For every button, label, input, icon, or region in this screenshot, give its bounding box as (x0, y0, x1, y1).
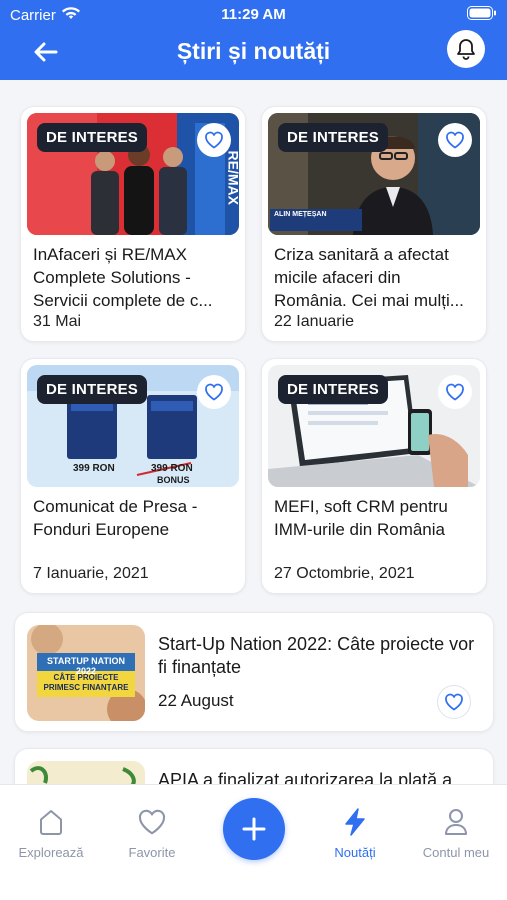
article-date: 27 Octombrie, 2021 (274, 565, 415, 582)
tab-label: Explorează (18, 845, 84, 860)
status-bar: Carrier 11:29 AM (0, 0, 507, 28)
speaker-name-tag: ALIN MEȚEȘAN (274, 211, 327, 218)
old-price-label: 399 RON (151, 463, 193, 474)
app-header: Carrier 11:29 AM Știri și noutăți (0, 0, 507, 80)
favorite-button[interactable] (438, 375, 472, 409)
battery-icon (467, 6, 497, 20)
category-badge: DE INTERES (37, 375, 148, 404)
article-title: Start-Up Nation 2022: Câte proiecte vor … (158, 634, 475, 677)
article-list-item[interactable]: STARTUP NATION 2022 CÂTE PROIECTE PRIMES… (14, 612, 494, 732)
bonus-label: BONUS (157, 475, 190, 485)
article-image: RE/MAX DE INTERES (27, 113, 239, 235)
article-image: ALIN MEȚEȘAN DE INTERES (268, 113, 480, 235)
bottom-tab-bar: Explorează Favorite Noutăți Contul meu (0, 784, 507, 900)
tab-account[interactable]: Contul meu (411, 805, 501, 860)
tab-label: Noutăți (334, 845, 376, 860)
price-label: 399 RON (73, 463, 115, 474)
tab-favorites[interactable]: Favorite (107, 805, 197, 860)
heart-icon (205, 383, 223, 401)
article-card[interactable]: RE/MAX DE INTERES InAfaceri și RE/MAX Co… (20, 106, 246, 342)
article-title: MEFI, soft CRM pentru IMM-urile din Româ… (274, 497, 448, 539)
tab-label: Contul meu (422, 845, 490, 860)
article-image: STARTUP NATION 2022 CÂTE PROIECTE PRIMES… (27, 625, 145, 721)
heart-icon (446, 383, 464, 401)
article-date: 7 Ianuarie, 2021 (33, 565, 149, 582)
category-badge: DE INTERES (278, 123, 389, 152)
favorite-button[interactable] (438, 123, 472, 157)
tab-news[interactable]: Noutăți (310, 805, 400, 860)
heart-icon (138, 809, 166, 835)
category-badge: DE INTERES (278, 375, 389, 404)
notifications-button[interactable] (447, 30, 485, 68)
tab-explore[interactable]: Explorează (6, 805, 96, 860)
add-button[interactable] (223, 798, 285, 860)
clock: 11:29 AM (221, 6, 286, 23)
heart-icon (445, 693, 463, 711)
article-image: 399 RON 399 RON BONUS DE INTERES (27, 365, 239, 487)
article-title: Criza sanitară a afectat micile afaceri … (274, 245, 464, 310)
heart-icon (205, 131, 223, 149)
article-card[interactable]: DE INTERES MEFI, soft CRM pentru IMM-uri… (261, 358, 487, 594)
article-title: InAfaceri și RE/MAX Complete Solutions -… (33, 245, 213, 310)
article-image (27, 761, 145, 784)
image-subheadline: CÂTE PROIECTE PRIMESC FINANȚARE (43, 673, 129, 692)
brand-logo: RE/MAX (225, 150, 239, 205)
user-icon (445, 809, 467, 835)
article-date: 31 Mai (33, 313, 82, 330)
article-date: 22 Ianuarie (274, 313, 355, 330)
article-card[interactable]: ALIN MEȚEȘAN DE INTERES Criza sanitară a… (261, 106, 487, 342)
news-feed[interactable]: RE/MAX DE INTERES InAfaceri și RE/MAX Co… (0, 80, 507, 784)
home-icon (40, 810, 62, 835)
article-date: 22 August (158, 691, 234, 710)
article-card[interactable]: 399 RON 399 RON BONUS DE INTERES Comunic… (20, 358, 246, 594)
article-image: DE INTERES (268, 365, 480, 487)
page-title: Știri și noutăți (176, 38, 331, 64)
article-title: APIA a finalizat autorizarea la plată a (158, 770, 453, 784)
article-title: Comunicat de Presa - Fonduri Europene (33, 497, 198, 539)
article-list-item[interactable]: APIA a finalizat autorizarea la plată a (14, 748, 494, 784)
plus-icon (242, 817, 266, 841)
heart-icon (446, 131, 464, 149)
favorite-button[interactable] (437, 685, 471, 719)
favorite-button[interactable] (197, 123, 231, 157)
tab-label: Favorite (128, 845, 176, 860)
bell-icon (457, 39, 475, 60)
category-badge: DE INTERES (37, 123, 148, 152)
bolt-icon (345, 808, 365, 836)
favorite-button[interactable] (197, 375, 231, 409)
